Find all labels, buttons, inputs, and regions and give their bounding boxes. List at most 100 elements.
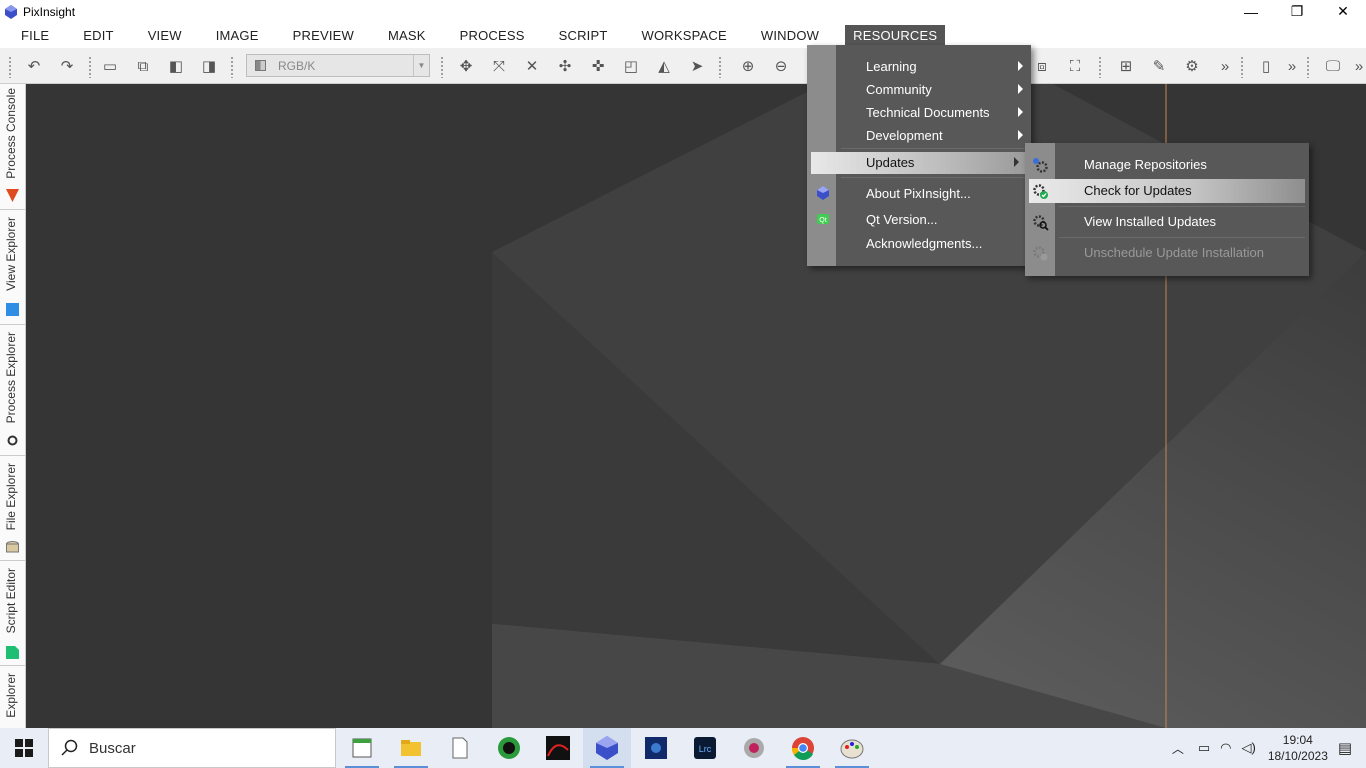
readout-icon[interactable]: ◰ bbox=[622, 57, 640, 75]
toolbar-grip[interactable] bbox=[230, 56, 234, 78]
toolbar-overflow-3[interactable]: » bbox=[1350, 57, 1366, 75]
taskbar-app-target[interactable] bbox=[485, 728, 533, 768]
window-icon[interactable]: ◧ bbox=[167, 57, 185, 75]
clock[interactable]: 19:04 18/10/2023 bbox=[1268, 732, 1328, 764]
menu-image[interactable]: IMAGE bbox=[208, 25, 267, 47]
toolbar-grip[interactable] bbox=[1306, 56, 1310, 78]
search-icon bbox=[61, 739, 78, 756]
close-button[interactable]: ✕ bbox=[1320, 0, 1366, 23]
auto-stretch-icon[interactable]: ⧈ bbox=[1033, 57, 1051, 75]
redo-icon[interactable]: ↷ bbox=[58, 57, 76, 75]
taskbar-app-document[interactable] bbox=[436, 728, 484, 768]
graph-app-icon bbox=[546, 736, 570, 760]
chevron-up-icon[interactable]: ︿ bbox=[1172, 740, 1184, 757]
add-process-icon[interactable]: ⊞ bbox=[1117, 57, 1135, 75]
menu-item-view-installed-updates[interactable]: View Installed Updates bbox=[1025, 210, 1309, 234]
minimize-button[interactable]: — bbox=[1228, 0, 1274, 23]
view-icon bbox=[6, 303, 19, 316]
tab-view-explorer[interactable]: View Explorer bbox=[0, 211, 25, 325]
taskbar-app-astro[interactable] bbox=[632, 728, 680, 768]
window-alt-icon[interactable]: ◨ bbox=[200, 57, 218, 75]
toolbar-grip[interactable] bbox=[8, 56, 12, 78]
taskbar-app-file-explorer[interactable] bbox=[387, 728, 435, 768]
process-settings-icon[interactable]: ⚙ bbox=[1183, 57, 1201, 75]
volume-icon[interactable]: ◁) bbox=[1241, 740, 1255, 756]
wifi-icon[interactable]: ◠ bbox=[1220, 740, 1231, 756]
zoom-fit-icon[interactable]: ✕ bbox=[523, 57, 541, 75]
toolbar-grip[interactable] bbox=[88, 56, 92, 78]
undo-icon[interactable]: ↶ bbox=[25, 57, 43, 75]
menu-item-updates[interactable]: Updates bbox=[811, 152, 1027, 174]
menu-item-label: Updates bbox=[866, 155, 915, 170]
check-gear-icon bbox=[1033, 184, 1048, 199]
start-button[interactable] bbox=[0, 728, 48, 768]
unschedule-gear-icon bbox=[1033, 246, 1048, 261]
taskbar-search[interactable]: Buscar bbox=[48, 728, 336, 768]
taskbar-app-editor[interactable] bbox=[338, 728, 386, 768]
toolbar-grip[interactable] bbox=[1098, 56, 1102, 78]
taskbar-app-graph[interactable] bbox=[534, 728, 582, 768]
menu-item-learning[interactable]: Learning bbox=[807, 56, 1031, 78]
target-app-icon bbox=[498, 737, 520, 759]
taskbar-app-lightroom[interactable]: Lrc bbox=[681, 728, 729, 768]
menu-item-development[interactable]: Development bbox=[807, 125, 1031, 147]
tab-script-editor[interactable]: Script Editor bbox=[0, 562, 25, 666]
tab-explorer[interactable]: Explorer bbox=[0, 667, 25, 728]
edit-preview-icon[interactable]: ◭ bbox=[655, 57, 673, 75]
color-space-select[interactable]: RGB/K ▼ bbox=[246, 54, 430, 77]
zoom-in-icon[interactable]: ⊕ bbox=[739, 57, 757, 75]
toolbar-grip[interactable] bbox=[1240, 56, 1244, 78]
notifications-icon[interactable]: ▤ bbox=[1338, 739, 1352, 757]
menu-item-check-for-updates[interactable]: Check for Updates bbox=[1029, 179, 1305, 203]
menu-item-manage-repositories[interactable]: Manage Repositories bbox=[1025, 153, 1309, 177]
pixinsight-logo-icon bbox=[596, 736, 618, 760]
menu-mask[interactable]: MASK bbox=[380, 25, 434, 47]
menu-item-technical-documents[interactable]: Technical Documents bbox=[807, 102, 1031, 124]
panel-icon[interactable]: ▯ bbox=[1257, 57, 1275, 75]
menu-script[interactable]: SCRIPT bbox=[551, 25, 616, 47]
edit-process-icon[interactable]: ✎ bbox=[1150, 57, 1168, 75]
menu-item-label: View Installed Updates bbox=[1084, 214, 1217, 229]
menu-item-about[interactable]: About PixInsight... bbox=[807, 183, 1031, 205]
tab-process-console[interactable]: Process Console bbox=[0, 84, 25, 210]
toolbar-grip[interactable] bbox=[718, 56, 722, 78]
menu-file[interactable]: FILE bbox=[13, 25, 57, 47]
taskbar-app-galaxy[interactable] bbox=[730, 728, 778, 768]
menu-view[interactable]: VIEW bbox=[140, 25, 190, 47]
window-title: PixInsight bbox=[23, 4, 76, 19]
search-gear-icon bbox=[1033, 215, 1049, 231]
new-preview-icon[interactable]: ⧉ bbox=[134, 57, 152, 75]
toolbar-grip[interactable] bbox=[440, 56, 444, 78]
move-icon[interactable]: ✥ bbox=[457, 57, 475, 75]
taskbar-app-paint[interactable] bbox=[828, 728, 876, 768]
restore-button[interactable]: ❐ bbox=[1274, 0, 1320, 23]
taskbar-app-pixinsight[interactable] bbox=[583, 728, 631, 768]
menu-item-qt-version[interactable]: Qt Qt Version... bbox=[807, 209, 1031, 231]
menu-workspace[interactable]: WORKSPACE bbox=[634, 25, 735, 47]
fit-icon[interactable]: ⤧ bbox=[490, 57, 508, 75]
pointer-icon[interactable]: ➤ bbox=[688, 57, 706, 75]
menu-item-community[interactable]: Community bbox=[807, 79, 1031, 101]
toolbar-overflow-1[interactable]: » bbox=[1216, 57, 1234, 75]
tab-process-explorer[interactable]: Process Explorer bbox=[0, 326, 25, 456]
chevron-down-icon[interactable]: ▼ bbox=[413, 55, 429, 76]
taskbar-app-chrome[interactable] bbox=[779, 728, 827, 768]
menu-item-acknowledgments[interactable]: Acknowledgments... bbox=[807, 233, 1031, 255]
center-icon[interactable]: ✜ bbox=[589, 57, 607, 75]
menu-item-label: Manage Repositories bbox=[1084, 157, 1207, 172]
menu-process[interactable]: PROCESS bbox=[452, 25, 533, 47]
tab-file-explorer[interactable]: File Explorer bbox=[0, 457, 25, 561]
menu-edit[interactable]: EDIT bbox=[75, 25, 121, 47]
menu-window[interactable]: WINDOW bbox=[753, 25, 827, 47]
pan-icon[interactable]: ✣ bbox=[556, 57, 574, 75]
database-icon bbox=[6, 541, 19, 553]
zoom-out-icon[interactable]: ⊖ bbox=[772, 57, 790, 75]
menu-resources[interactable]: RESOURCES bbox=[845, 24, 946, 47]
menu-item-label: Qt Version... bbox=[866, 212, 938, 227]
monitor-icon[interactable]: 🖵 bbox=[1324, 57, 1342, 75]
new-image-icon[interactable]: ▭ bbox=[101, 57, 119, 75]
toolbar-overflow-2[interactable]: » bbox=[1283, 57, 1301, 75]
menu-preview[interactable]: PREVIEW bbox=[285, 25, 362, 47]
battery-icon[interactable]: ▭ bbox=[1198, 740, 1210, 756]
frame-icon[interactable]: ⛶ bbox=[1066, 57, 1084, 75]
